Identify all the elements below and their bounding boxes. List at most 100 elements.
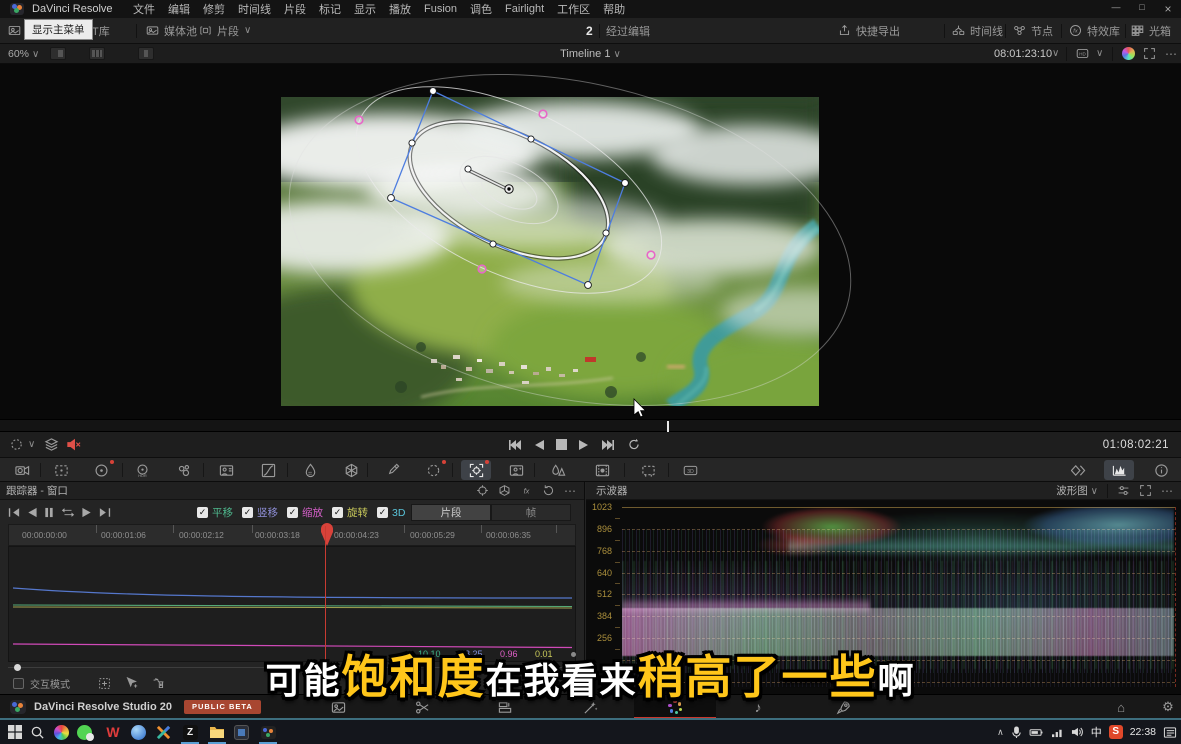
menu-edit[interactable]: 编辑	[168, 1, 190, 17]
track-to-start-button[interactable]	[8, 507, 20, 518]
timeline-panel-button[interactable]: 时间线	[952, 23, 1003, 39]
3d-checkbox[interactable]: ✓3D	[377, 507, 405, 519]
qualifier-button[interactable]	[295, 460, 325, 480]
quick-export-button[interactable]: 快捷导出	[838, 23, 900, 39]
taskbar-app-x[interactable]	[148, 720, 178, 744]
chevron-down-icon[interactable]: ∨	[28, 440, 35, 450]
menu-view[interactable]: 显示	[354, 1, 376, 17]
options-dots-icon[interactable]: ⋯	[1165, 48, 1177, 60]
scrub-playhead[interactable]	[667, 421, 669, 432]
lightbox-button[interactable]: 光箱	[1131, 23, 1171, 39]
zoom-checkbox[interactable]: ✓缩放	[287, 505, 323, 520]
chevron-down-icon[interactable]: ∨	[1096, 49, 1103, 59]
scopes-panel-button[interactable]	[1104, 460, 1134, 480]
network-icon[interactable]	[1051, 727, 1064, 738]
goto-start-button[interactable]	[508, 439, 522, 451]
minimize-button[interactable]: —	[1103, 2, 1129, 16]
play-button[interactable]	[579, 439, 589, 451]
tracker-playhead-pin[interactable]	[320, 523, 334, 547]
menu-fusion[interactable]: Fusion	[424, 3, 457, 15]
color-viewer-icon[interactable]	[1122, 47, 1135, 60]
notification-icon[interactable]	[1163, 726, 1177, 739]
pan-checkbox[interactable]: ✓平移	[197, 505, 233, 520]
eyedropper-button[interactable]	[377, 460, 407, 480]
motion-effects-button[interactable]	[211, 460, 241, 480]
menu-playback[interactable]: 播放	[389, 1, 411, 17]
clip-info-icon[interactable]: HD	[1076, 47, 1089, 60]
close-button[interactable]: ×	[1155, 2, 1181, 16]
loop-button[interactable]	[627, 438, 641, 451]
viewer-area[interactable]	[0, 64, 1181, 419]
menu-color[interactable]: 调色	[470, 1, 492, 17]
color-wheels-button[interactable]	[86, 460, 116, 480]
microphone-icon[interactable]	[1011, 726, 1022, 739]
effects-library-button[interactable]: fx 特效库	[1069, 23, 1120, 39]
canvas-button[interactable]	[633, 460, 663, 480]
app-menu[interactable]: DaVinci Resolve	[32, 3, 113, 15]
stop-button[interactable]	[556, 439, 567, 450]
power-window-overlay[interactable]	[0, 64, 1181, 419]
speaker-icon[interactable]	[1071, 726, 1084, 738]
clock[interactable]: 22:38	[1130, 726, 1156, 738]
goto-end-button[interactable]	[601, 439, 615, 451]
media-pool-button[interactable]: 媒体池	[146, 23, 197, 39]
pause-tracking-button[interactable]	[44, 507, 54, 518]
tracker-reset-icon[interactable]	[542, 484, 555, 497]
menu-workspace[interactable]: 工作区	[557, 1, 590, 17]
tracker-target-icon[interactable]	[476, 484, 489, 497]
taskbar-davinci-resolve[interactable]	[253, 720, 283, 744]
scope-mode-select[interactable]: 波形图 ∨	[1056, 483, 1098, 498]
gallery-button[interactable]	[8, 24, 21, 37]
ime-indicator[interactable]: 中	[1091, 724, 1102, 740]
track-to-end-button[interactable]	[99, 507, 111, 518]
expand-icon[interactable]	[1143, 47, 1156, 60]
tracker-ruler[interactable]: 00:00:00:00 00:00:01:06 00:00:02:12 00:0…	[8, 524, 576, 546]
scope-settings-icon[interactable]	[1117, 484, 1130, 497]
track-forward-button[interactable]	[82, 507, 92, 518]
menu-trim[interactable]: 修剪	[203, 1, 225, 17]
chevron-down-icon[interactable]: ∨	[1052, 49, 1059, 59]
track-backward-button[interactable]	[27, 507, 37, 518]
tracker-options-icon[interactable]: ⋯	[564, 485, 576, 497]
taskbar-app-window[interactable]	[226, 720, 256, 744]
nodes-panel-button[interactable]: 节点	[1013, 23, 1053, 39]
hdr-wheels-button[interactable]: HDR	[127, 460, 157, 480]
scope-options-icon[interactable]: ⋯	[1161, 485, 1173, 497]
keyframes-panel-button[interactable]	[1063, 460, 1093, 480]
magic-mask-button[interactable]	[501, 460, 531, 480]
layers-icon[interactable]	[44, 437, 59, 452]
mute-icon[interactable]	[66, 437, 81, 452]
3d-button[interactable]: 3D	[675, 460, 705, 480]
menu-clip[interactable]: 片段	[284, 1, 306, 17]
swap-direction-button[interactable]	[61, 507, 75, 518]
tray-expand-caret[interactable]: ∧	[997, 727, 1004, 738]
play-reverse-button[interactable]	[534, 439, 544, 451]
tab-frame[interactable]: 帧	[491, 504, 571, 521]
clips-button[interactable]: 片段 ∨	[199, 23, 251, 39]
window-button[interactable]	[418, 460, 448, 480]
scope-expand-icon[interactable]	[1139, 484, 1152, 497]
viewer-scrub-bar[interactable]	[0, 419, 1181, 432]
tracker-button[interactable]	[461, 460, 491, 480]
maximize-button[interactable]: □	[1129, 2, 1155, 16]
menu-timeline[interactable]: 时间线	[238, 1, 271, 17]
info-panel-button[interactable]	[1146, 460, 1176, 480]
menu-file[interactable]: 文件	[133, 1, 155, 17]
rotate-checkbox[interactable]: ✓旋转	[332, 505, 368, 520]
key-button[interactable]	[587, 460, 617, 480]
menu-help[interactable]: 帮助	[603, 1, 625, 17]
taskbar-app-messenger[interactable]	[69, 720, 99, 744]
sizing-button[interactable]	[46, 460, 76, 480]
battery-icon[interactable]	[1029, 727, 1044, 738]
tilt-checkbox[interactable]: ✓竖移	[242, 505, 278, 520]
taskbar-app-z[interactable]: Z	[175, 720, 205, 744]
menu-fairlight[interactable]: Fairlight	[505, 3, 544, 15]
curves-button[interactable]	[253, 460, 283, 480]
blur-button[interactable]	[543, 460, 573, 480]
sogou-icon[interactable]: S	[1109, 725, 1123, 739]
tab-clip[interactable]: 片段	[411, 504, 491, 521]
tracker-cloud-icon[interactable]	[498, 484, 511, 497]
app-logo-icon[interactable]	[10, 3, 24, 15]
rgb-mixer-button[interactable]	[169, 460, 199, 480]
qualifier-3d-button[interactable]	[336, 460, 366, 480]
